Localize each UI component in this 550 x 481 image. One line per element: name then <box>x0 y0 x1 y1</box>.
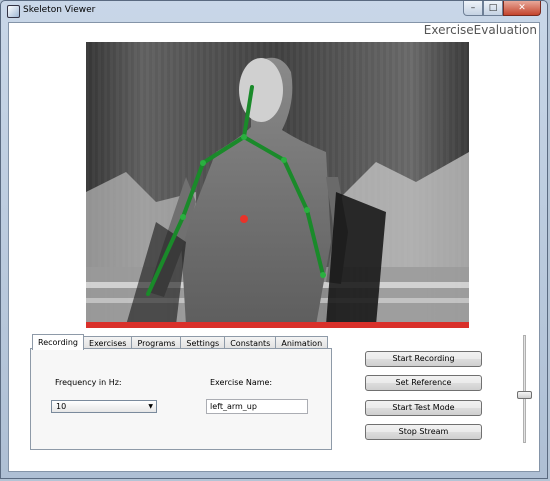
page-title: ExerciseEvaluation <box>423 23 537 37</box>
stream-status-bar <box>86 322 469 328</box>
start-recording-button[interactable]: Start Recording <box>365 351 482 367</box>
depth-image <box>86 42 469 325</box>
chevron-down-icon: ▼ <box>148 403 153 410</box>
frequency-value: 10 <box>56 402 67 411</box>
minimize-button[interactable]: – <box>463 1 483 16</box>
joint-shoulder-center <box>241 134 247 140</box>
joint-right-hand <box>320 272 326 278</box>
center-marker <box>240 215 248 223</box>
app-icon <box>7 5 20 18</box>
joint-right-elbow <box>304 207 310 213</box>
window-title: Skeleton Viewer <box>23 5 96 15</box>
title-bar[interactable]: Skeleton Viewer – □ ✕ <box>1 1 547 23</box>
tab-strip: Recording Exercises Programs Settings Co… <box>32 334 329 350</box>
vertical-slider-track[interactable] <box>523 335 526 443</box>
close-button[interactable]: ✕ <box>503 1 541 16</box>
vertical-slider-thumb[interactable] <box>517 391 532 399</box>
maximize-button[interactable]: □ <box>483 1 503 16</box>
tab-recording[interactable]: Recording <box>32 334 85 350</box>
recording-panel: Frequency in Hz: 10 ▼ Exercise Name: <box>30 348 332 450</box>
frequency-label: Frequency in Hz: <box>55 378 122 387</box>
stop-stream-button[interactable]: Stop Stream <box>365 424 482 440</box>
joint-left-elbow <box>180 214 186 220</box>
joint-right-shoulder <box>281 157 287 163</box>
client-area: ExerciseEvaluation Recording Exercises P… <box>8 22 540 472</box>
exercise-name-label: Exercise Name: <box>210 378 273 387</box>
joint-left-shoulder <box>200 160 206 166</box>
app-window: Skeleton Viewer – □ ✕ ExerciseEvaluation <box>0 0 548 479</box>
start-test-mode-button[interactable]: Start Test Mode <box>365 400 482 416</box>
depth-stream-view <box>86 42 469 325</box>
window-controls: – □ ✕ <box>463 1 541 19</box>
set-reference-button[interactable]: Set Reference <box>365 375 482 391</box>
frequency-select[interactable]: 10 ▼ <box>51 400 157 413</box>
exercise-name-input[interactable] <box>206 399 308 414</box>
